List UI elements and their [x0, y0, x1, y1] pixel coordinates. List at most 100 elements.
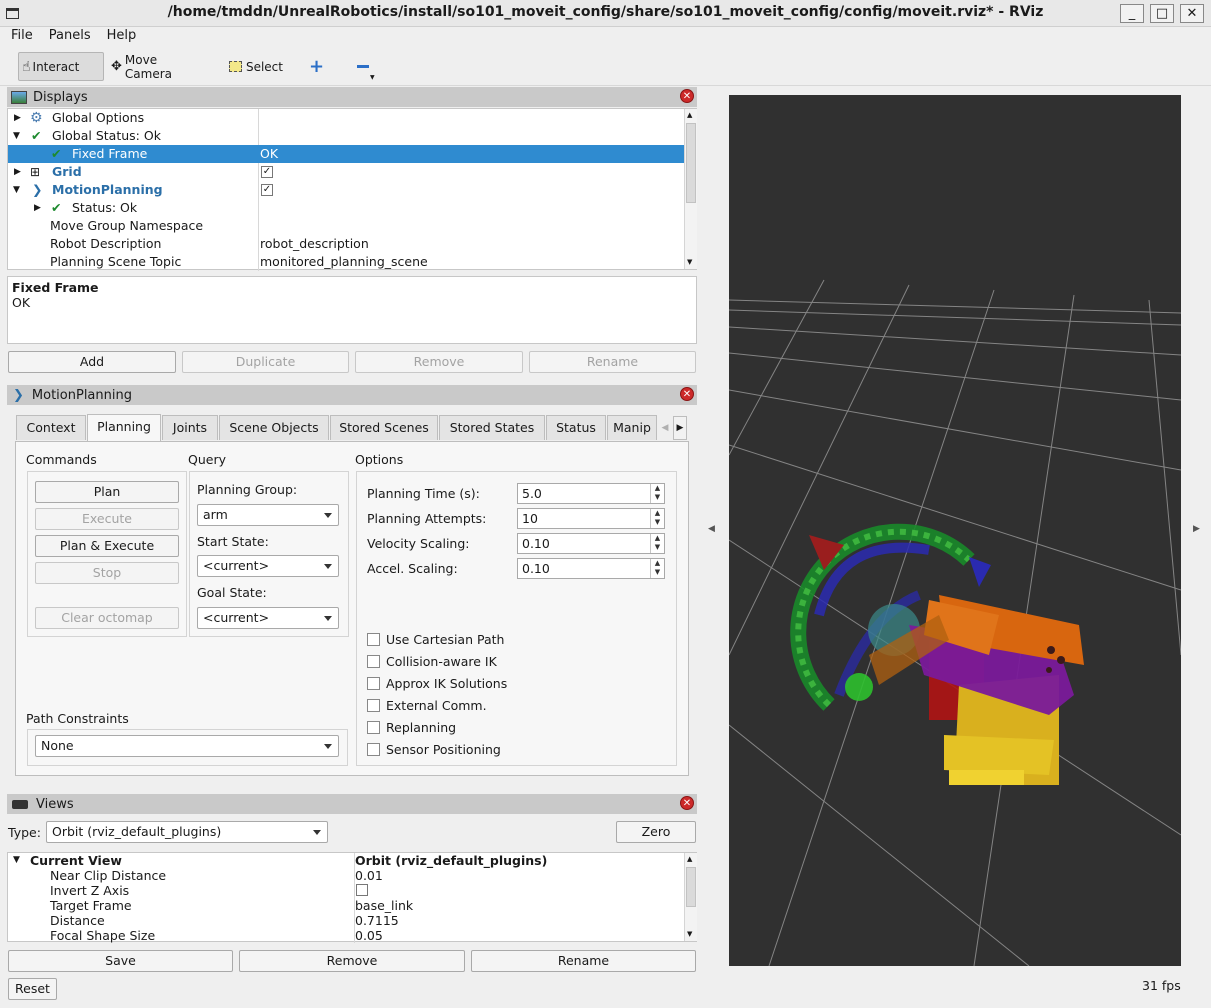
add-display-button[interactable]: Add	[8, 351, 176, 373]
planning-attempts-label: Planning Attempts:	[367, 511, 487, 526]
tab-stored-scenes[interactable]: Stored Scenes	[330, 415, 438, 440]
tab-stored-states[interactable]: Stored States	[439, 415, 545, 440]
tab-context[interactable]: Context	[16, 415, 86, 440]
spin-arrows-icon[interactable]: ▲ ▼	[650, 559, 664, 578]
display-row-move-group-namespace[interactable]: Move Group Namespace	[8, 217, 684, 235]
toolbar: ☝ Interact ✥ Move Camera Select + ▼	[0, 48, 1211, 86]
collapse-arrow-icon[interactable]: ▼	[13, 853, 20, 868]
spin-arrows-icon[interactable]: ▲ ▼	[650, 509, 664, 528]
chevron-down-icon	[324, 513, 332, 518]
spin-arrows-icon[interactable]: ▲ ▼	[650, 484, 664, 503]
display-row-global-status[interactable]: ▼ ✔ Global Status: Ok	[8, 127, 684, 145]
execute-button[interactable]: Execute	[35, 508, 179, 530]
display-row-robot-description[interactable]: Robot Description robot_description	[8, 235, 684, 253]
plan-button[interactable]: Plan	[35, 481, 179, 503]
close-window-button[interactable]: ✕	[1180, 4, 1204, 23]
menu-panels[interactable]: Panels	[44, 27, 96, 45]
add-tool-plus-icon[interactable]: +	[306, 52, 326, 81]
plan-and-execute-button[interactable]: Plan & Execute	[35, 535, 179, 557]
displays-scrollbar[interactable]: ▲ ▼	[684, 109, 697, 269]
options-label: Options	[355, 452, 404, 467]
menu-help[interactable]: Help	[102, 27, 142, 45]
replanning-checkbox[interactable]: Replanning	[367, 719, 456, 735]
path-constraints-select[interactable]: None	[35, 735, 339, 757]
accel-scaling-spinbox[interactable]: 0.10 ▲ ▼	[517, 558, 665, 579]
grid-icon: ⊞	[30, 165, 41, 179]
collapse-left-icon[interactable]: ◀	[708, 524, 715, 534]
check-icon: ✔	[31, 128, 42, 143]
planning-time-spinbox[interactable]: 5.0 ▲ ▼	[517, 483, 665, 504]
collapse-right-icon[interactable]: ▶	[1193, 524, 1200, 534]
expand-arrow-icon[interactable]: ▶	[14, 163, 21, 181]
close-displays-icon[interactable]: ✕	[680, 89, 694, 103]
right-splitter[interactable]: ▶	[1189, 87, 1206, 967]
start-state-select[interactable]: <current>	[197, 555, 339, 577]
tab-scene-objects[interactable]: Scene Objects	[219, 415, 329, 440]
zero-button[interactable]: Zero	[616, 821, 696, 843]
view-row-near-clip[interactable]: Near Clip Distance 0.01	[8, 868, 684, 883]
tab-manipulation[interactable]: Manip	[607, 415, 657, 440]
move-camera-tool-button[interactable]: ✥ Move Camera	[108, 52, 208, 81]
goal-state-select[interactable]: <current>	[197, 607, 339, 629]
stop-button[interactable]: Stop	[35, 562, 179, 584]
tab-status[interactable]: Status	[546, 415, 606, 440]
planning-group-select[interactable]: arm	[197, 504, 339, 526]
remove-display-button[interactable]: Remove	[355, 351, 523, 373]
collapse-arrow-icon[interactable]: ▼	[13, 127, 20, 145]
interact-tool-button[interactable]: ☝ Interact	[18, 52, 104, 81]
planning-attempts-spinbox[interactable]: 10 ▲ ▼	[517, 508, 665, 529]
save-view-button[interactable]: Save	[8, 950, 233, 972]
view-row-current-view[interactable]: ▼ Current View Orbit (rviz_default_plugi…	[8, 853, 684, 868]
remove-view-button[interactable]: Remove	[239, 950, 465, 972]
query-label: Query	[188, 452, 226, 467]
view-row-target-frame[interactable]: Target Frame base_link	[8, 898, 684, 913]
use-cartesian-path-checkbox[interactable]: Use Cartesian Path	[367, 631, 504, 647]
close-views-icon[interactable]: ✕	[680, 796, 694, 810]
render-viewport[interactable]	[729, 95, 1181, 966]
tab-planning[interactable]: Planning	[87, 414, 161, 441]
view-type-select[interactable]: Orbit (rviz_default_plugins)	[46, 821, 328, 843]
tab-scroll-left-icon[interactable]: ◀	[658, 416, 672, 440]
rename-display-button[interactable]: Rename	[529, 351, 696, 373]
spin-arrows-icon[interactable]: ▲ ▼	[650, 534, 664, 553]
motionplanning-enabled-checkbox[interactable]: ✓	[261, 184, 273, 196]
collision-aware-ik-checkbox[interactable]: Collision-aware IK	[367, 653, 497, 669]
displays-tree[interactable]: ▶ ⚙ Global Options ▼ ✔ Global Status: Ok…	[7, 108, 697, 271]
display-row-fixed-frame[interactable]: ✔ Fixed Frame OK	[8, 145, 684, 163]
display-row-motionplanning[interactable]: ▼ ❯ MotionPlanning ✓	[8, 181, 684, 199]
display-row-planning-scene-topic[interactable]: Planning Scene Topic monitored_planning_…	[8, 253, 684, 271]
maximize-button[interactable]: □	[1150, 4, 1174, 23]
menu-file[interactable]: File	[6, 27, 38, 45]
display-row-grid[interactable]: ▶ ⊞ Grid ✓	[8, 163, 684, 181]
display-row-global-options[interactable]: ▶ ⚙ Global Options	[8, 109, 684, 127]
external-comm-checkbox[interactable]: External Comm.	[367, 697, 487, 713]
velocity-scaling-spinbox[interactable]: 0.10 ▲ ▼	[517, 533, 665, 554]
approx-ik-checkbox[interactable]: Approx IK Solutions	[367, 675, 507, 691]
select-tool-button[interactable]: Select	[226, 52, 286, 81]
minimize-button[interactable]: _	[1120, 4, 1144, 23]
collapse-arrow-icon[interactable]: ▼	[13, 181, 20, 199]
tab-joints[interactable]: Joints	[162, 415, 218, 440]
view-row-invert-z[interactable]: Invert Z Axis	[8, 883, 684, 898]
close-motionplanning-icon[interactable]: ✕	[680, 387, 694, 401]
menu-bar: File Panels Help	[0, 27, 1211, 47]
invert-z-checkbox[interactable]	[356, 884, 368, 896]
view-row-distance[interactable]: Distance 0.7115	[8, 913, 684, 928]
commands-label: Commands	[26, 452, 97, 467]
views-scrollbar[interactable]: ▲ ▼	[684, 853, 697, 941]
rename-view-button[interactable]: Rename	[471, 950, 696, 972]
views-tree[interactable]: ▼ Current View Orbit (rviz_default_plugi…	[7, 852, 697, 943]
view-row-focal-shape-size[interactable]: Focal Shape Size 0.05	[8, 928, 684, 943]
expand-arrow-icon[interactable]: ▶	[14, 109, 21, 127]
remove-tool-minus-icon[interactable]: ▼	[354, 52, 376, 81]
expand-arrow-icon[interactable]: ▶	[34, 199, 41, 217]
window-title: /home/tmddn/UnrealRobotics/install/so101…	[167, 4, 1044, 20]
duplicate-display-button[interactable]: Duplicate	[182, 351, 349, 373]
reset-button[interactable]: Reset	[8, 978, 57, 1000]
left-splitter[interactable]: ◀	[703, 87, 720, 967]
tab-scroll-right-icon[interactable]: ▶	[673, 416, 687, 440]
grid-enabled-checkbox[interactable]: ✓	[261, 166, 273, 178]
display-row-status[interactable]: ▶ ✔ Status: Ok	[8, 199, 684, 217]
clear-octomap-button[interactable]: Clear octomap	[35, 607, 179, 629]
sensor-positioning-checkbox[interactable]: Sensor Positioning	[367, 741, 501, 757]
